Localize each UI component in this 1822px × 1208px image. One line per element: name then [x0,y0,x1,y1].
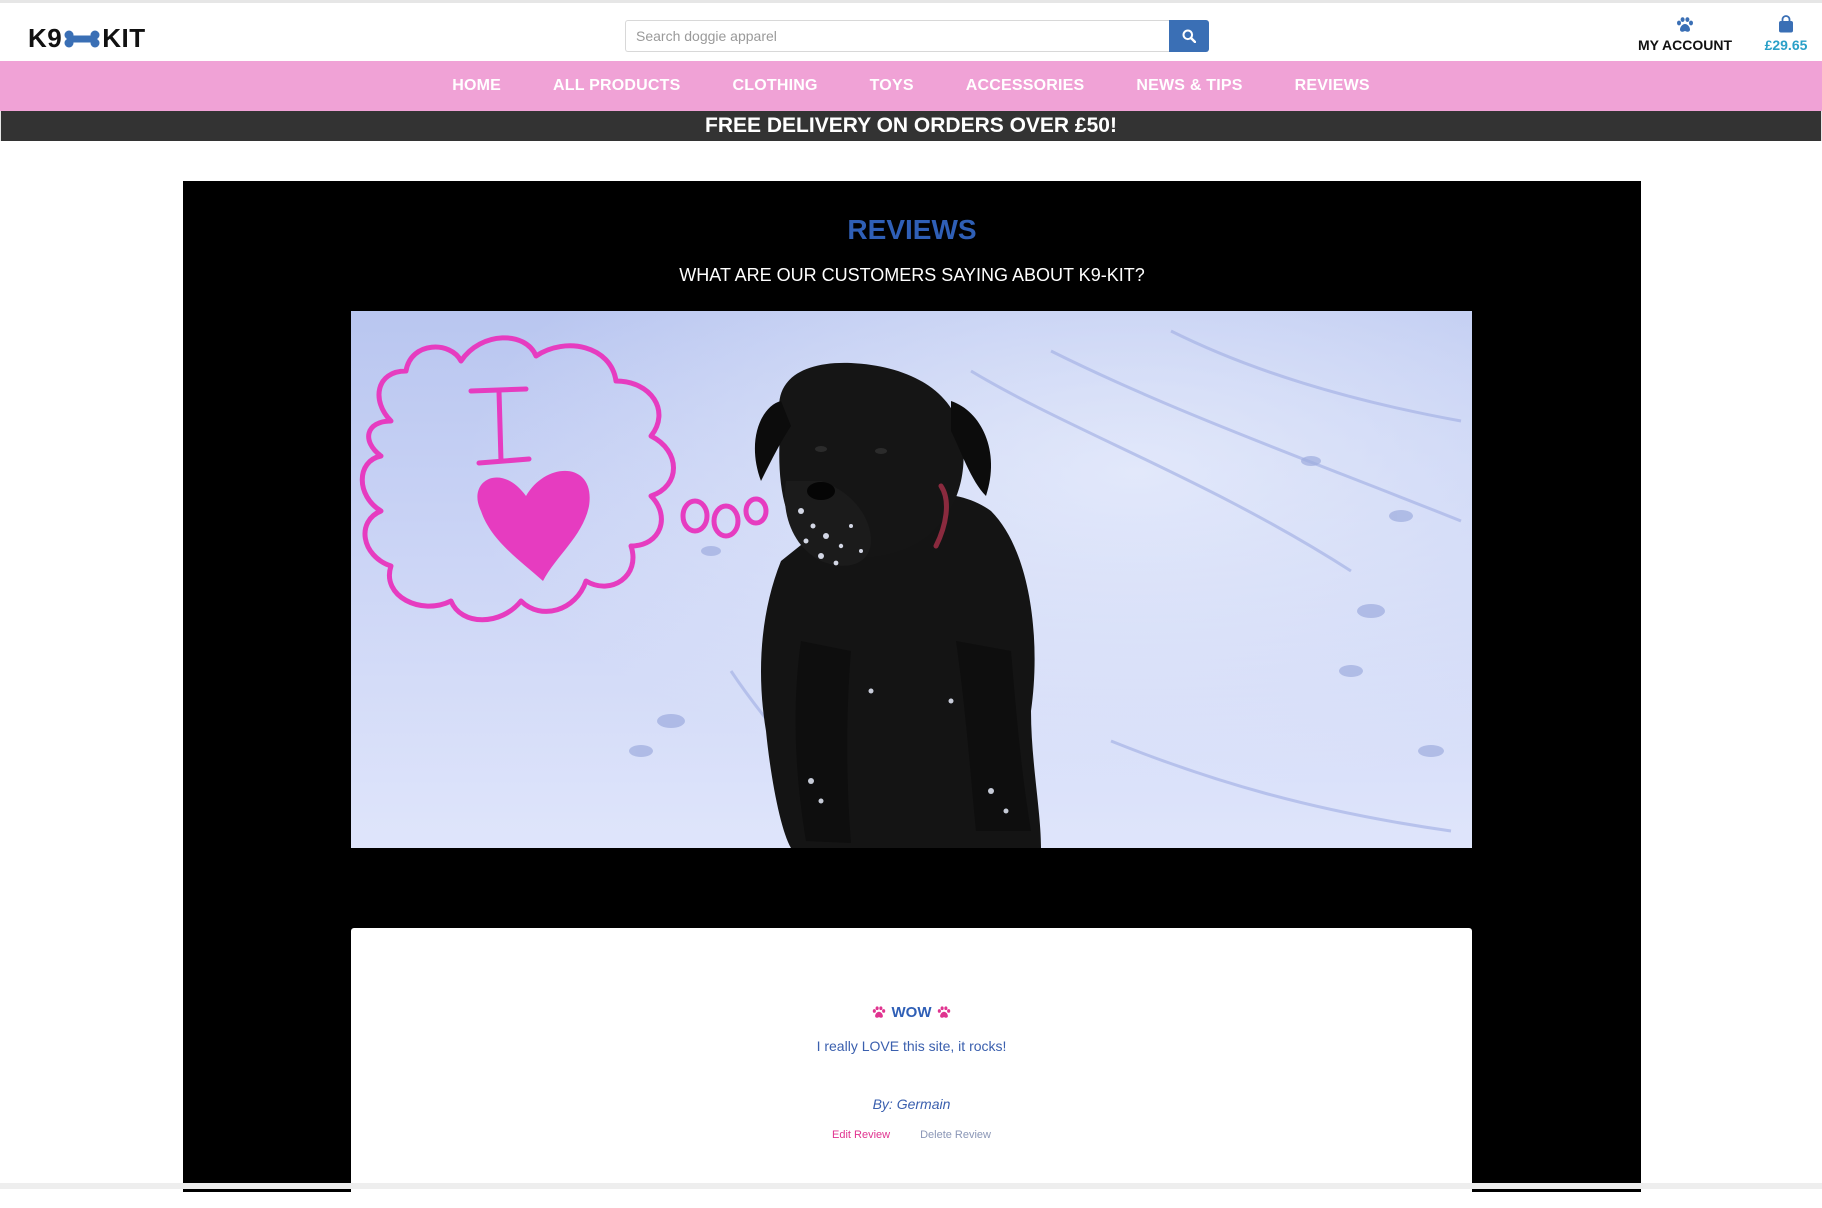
review-title: WOW [351,1004,1472,1021]
page: K9 KIT Search doggie apparel MY ACCOUNT … [0,0,1822,1208]
review-author: By: Germain [872,1096,951,1112]
hero-image [351,311,1472,848]
nav-item-all-products[interactable]: ALL PRODUCTS [527,77,706,95]
logo-text-right: KIT [102,23,146,53]
bag-total: £29.65 [1764,37,1808,53]
site-header: K9 KIT Search doggie apparel MY ACCOUNT … [0,3,1822,61]
page-subtitle: WHAT ARE OUR CUSTOMERS SAYING ABOUT K9-K… [679,265,1145,285]
paw-icon [1677,17,1693,32]
my-account-label: MY ACCOUNT [1637,37,1733,53]
nav-item-accessories[interactable]: ACCESSORIES [940,77,1111,95]
search-form [625,20,1209,52]
review-title-text: WOW [891,1004,932,1021]
dog-in-snow-illustration [351,311,1472,848]
search-input[interactable] [625,20,1169,52]
nav-item-clothing[interactable]: CLOTHING [706,77,843,95]
review-body: I really LOVE this site, it rocks! [816,1038,1007,1054]
page-title: REVIEWS [847,214,977,245]
main-nav: HOME ALL PRODUCTS CLOTHING TOYS ACCESSOR… [0,61,1822,111]
search-button[interactable] [1169,20,1209,52]
review-card: WOW I really LOVE this site, it rocks! B… [351,928,1472,1208]
paw-icon [872,1006,885,1018]
my-account-link[interactable]: MY ACCOUNT [1630,17,1740,53]
nav-item-reviews[interactable]: REVIEWS [1269,77,1396,95]
shopping-bag-icon [1779,15,1793,33]
logo-text-left: K9 [28,23,63,53]
nav-item-news-tips[interactable]: NEWS & TIPS [1110,77,1268,95]
shopping-bag-link[interactable]: £29.65 [1758,15,1814,53]
page-bottom-edge [0,1183,1822,1189]
promo-banner: FREE DELIVERY ON ORDERS OVER £50! [0,111,1822,141]
search-icon [1182,29,1196,43]
paw-icon [938,1006,951,1018]
nav-item-home[interactable]: HOME [426,77,527,95]
edit-review-link[interactable]: Edit Review [832,1129,890,1141]
nav-item-toys[interactable]: TOYS [844,77,940,95]
bone-icon [64,30,100,47]
delete-review-link[interactable]: Delete Review [920,1129,991,1141]
logo[interactable]: K9 KIT [28,23,146,54]
review-actions: Edit Review Delete Review [351,1129,1472,1141]
reviews-section: REVIEWS WHAT ARE OUR CUSTOMERS SAYING AB… [183,181,1641,1208]
